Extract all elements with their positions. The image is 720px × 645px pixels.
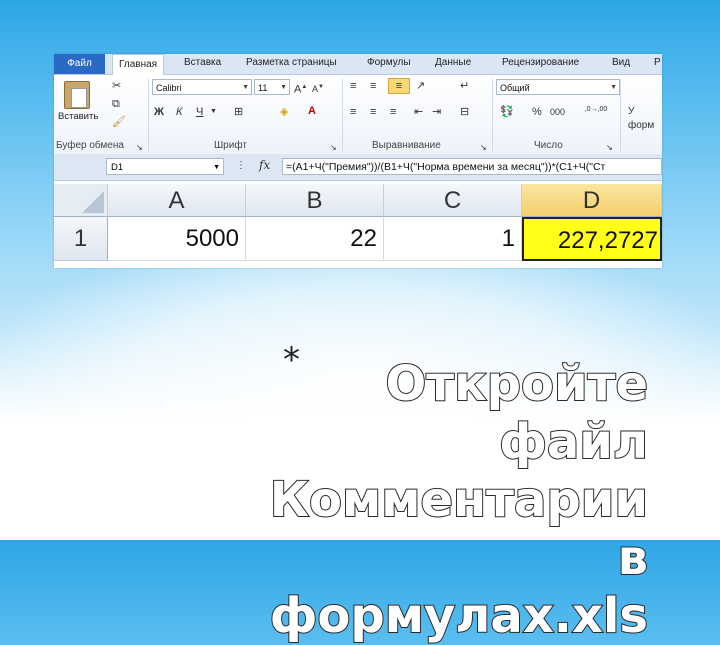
align-center-icon[interactable]: ≡ [370, 105, 376, 119]
fill-color-icon[interactable]: ◈ [280, 105, 288, 119]
currency-format-icon[interactable]: 💱 [500, 105, 514, 119]
alignment-launcher-icon[interactable]: ↘ [480, 141, 487, 155]
increase-indent-icon[interactable]: ⇥ [432, 105, 441, 119]
decrease-indent-icon[interactable]: ⇤ [414, 105, 423, 119]
wrap-text-icon[interactable]: ↵ [460, 79, 469, 93]
tab-formulas[interactable]: Формулы [367, 57, 411, 68]
tab-home[interactable]: Главная [112, 54, 165, 76]
group-separator [620, 79, 621, 151]
tab-more[interactable]: Р [654, 57, 661, 68]
cell-c1[interactable]: 1 [384, 217, 522, 261]
align-bottom-icon[interactable]: ≡ [388, 78, 410, 94]
cell-d1[interactable]: 227,2727 [522, 217, 662, 261]
bold-button[interactable]: Ж [154, 105, 164, 119]
tab-data[interactable]: Данные [435, 57, 471, 68]
formula-input[interactable]: =(A1+Ч("Премия"))/(B1+Ч("Норма времени з… [282, 158, 662, 175]
name-box[interactable]: D1 ▼ [106, 158, 224, 175]
excel-window: Файл Главная Вставка Разметка страницы Ф… [54, 54, 662, 268]
formula-bar-handle-icon: ⋮ [236, 160, 246, 171]
styles-label-2[interactable]: форм [628, 119, 654, 133]
align-middle-icon[interactable]: ≡ [370, 79, 376, 93]
group-separator [492, 79, 493, 151]
group-separator [342, 79, 343, 151]
clipboard-group-label: Буфер обмена [56, 140, 124, 151]
cut-icon[interactable]: ✂ [112, 79, 121, 93]
insert-function-icon[interactable]: fx [259, 158, 270, 172]
number-format-select[interactable]: Общий ▼ [496, 79, 620, 95]
spreadsheet-grid: A B C D 1 5000 22 1 227,2727 [54, 181, 662, 268]
paste-button-label[interactable]: Вставить [58, 111, 98, 122]
borders-icon[interactable]: ⊞ [234, 105, 243, 119]
title-line-1: Откройте файл [384, 355, 649, 471]
italic-button[interactable]: К [176, 105, 182, 119]
select-all-corner[interactable] [54, 184, 108, 217]
thousands-separator-button[interactable]: 000 [550, 105, 565, 119]
number-group-label: Число [534, 140, 563, 151]
decimal-places-icon[interactable]: ,0→,00 [578, 103, 614, 117]
column-header-d[interactable]: D [522, 184, 662, 217]
format-painter-icon[interactable]: 🖌 [112, 115, 126, 129]
tab-page-layout[interactable]: Разметка страницы [246, 57, 337, 68]
font-launcher-icon[interactable]: ↘ [330, 141, 337, 155]
tab-view[interactable]: Вид [612, 57, 630, 68]
align-right-icon[interactable]: ≡ [390, 105, 396, 119]
percent-button[interactable]: % [532, 105, 542, 119]
grow-font-icon[interactable]: A▲ [294, 80, 307, 97]
copy-icon[interactable]: ⧉ [112, 97, 120, 111]
ribbon: Вставить ✂ ⧉ 🖌 Буфер обмена ↘ Calibri ▼ 1… [54, 75, 662, 155]
formula-bar: D1 ▼ ⋮ fx =(A1+Ч("Премия"))/(B1+Ч("Норма … [54, 154, 662, 181]
title-line-2: Комментарии в [269, 471, 649, 587]
slide-title: Откройте файл Комментарии в формулах.xls [248, 355, 649, 645]
column-header-b[interactable]: B [246, 184, 384, 217]
cell-a1[interactable]: 5000 [108, 217, 246, 261]
merge-cells-icon[interactable]: ⊟ [460, 105, 469, 119]
number-launcher-icon[interactable]: ↘ [606, 141, 613, 155]
align-top-icon[interactable]: ≡ [350, 79, 356, 93]
underline-dropdown-icon[interactable]: ▼ [210, 105, 217, 119]
tab-insert[interactable]: Вставка [184, 57, 221, 68]
column-header-c[interactable]: C [384, 184, 522, 217]
font-size-select[interactable]: 11 ▼ [254, 79, 290, 95]
cell-b1[interactable]: 22 [246, 217, 384, 261]
tab-file[interactable]: Файл [54, 54, 105, 74]
font-color-icon[interactable]: A [308, 104, 316, 118]
clipboard-launcher-icon[interactable]: ↘ [136, 141, 143, 155]
styles-label-1[interactable]: У [628, 105, 634, 119]
underline-button[interactable]: Ч [196, 105, 203, 119]
title-line-3: формулах.xls [269, 587, 649, 645]
orientation-icon[interactable]: ↗ [416, 79, 425, 93]
group-separator [148, 79, 149, 151]
column-header-a[interactable]: A [108, 184, 246, 217]
row-header-1[interactable]: 1 [54, 217, 108, 261]
font-name-select[interactable]: Calibri ▼ [152, 79, 252, 95]
shrink-font-icon[interactable]: A▼ [312, 80, 324, 96]
paste-icon[interactable] [64, 81, 90, 109]
align-left-icon[interactable]: ≡ [350, 105, 356, 119]
tab-review[interactable]: Рецензирование [502, 57, 579, 68]
alignment-group-label: Выравнивание [372, 140, 441, 151]
ribbon-tabs: Файл Главная Вставка Разметка страницы Ф… [54, 54, 662, 76]
font-group-label: Шрифт [214, 140, 247, 151]
